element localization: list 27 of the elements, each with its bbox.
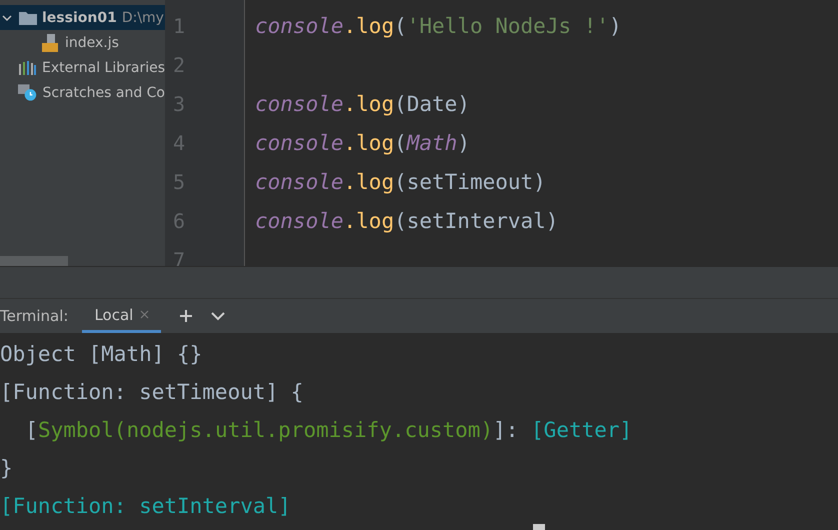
tree-label: index.js — [65, 34, 119, 50]
tree-item[interactable]: External Libraries — [0, 55, 165, 80]
tree-item[interactable]: Scratches and Co — [0, 80, 165, 105]
tree-item[interactable]: lession01 D:\my — [0, 5, 165, 30]
terminal-output-line: } — [0, 456, 13, 480]
terminal-output-line: [Function: setTimeout] { — [0, 380, 304, 404]
folder-path: D:\my — [122, 10, 164, 26]
code-line: console.log(Date) — [255, 92, 470, 116]
scrollbar[interactable] — [0, 256, 68, 266]
code-line: console.log('Hello NodeJs !') — [255, 14, 622, 38]
terminal-label: Terminal: — [0, 307, 68, 325]
scratch-clock-icon — [18, 84, 38, 102]
folder-icon — [19, 10, 37, 24]
code-line: console.log(setTimeout) — [255, 170, 546, 194]
terminal-output-line: [Symbol(nodejs.util.promisify.custom)]: [Getter] — [24, 418, 632, 442]
js-file-icon — [42, 34, 60, 52]
tree-label: Scratches and Co — [42, 84, 165, 100]
tree-label: lession01 — [42, 10, 117, 26]
tree-label: External Libraries — [42, 60, 165, 76]
terminal-output-line: Object [Math] {} — [0, 342, 202, 366]
terminal-cursor — [533, 524, 545, 530]
library-icon — [19, 60, 37, 74]
add-icon[interactable] — [179, 309, 194, 323]
tree-item[interactable]: index.js — [0, 30, 165, 55]
terminal-output-line: [Function: setInterval] — [0, 494, 291, 518]
code-line: console.log(Math) — [255, 131, 470, 155]
code-line: console.log(setInterval) — [255, 209, 558, 233]
